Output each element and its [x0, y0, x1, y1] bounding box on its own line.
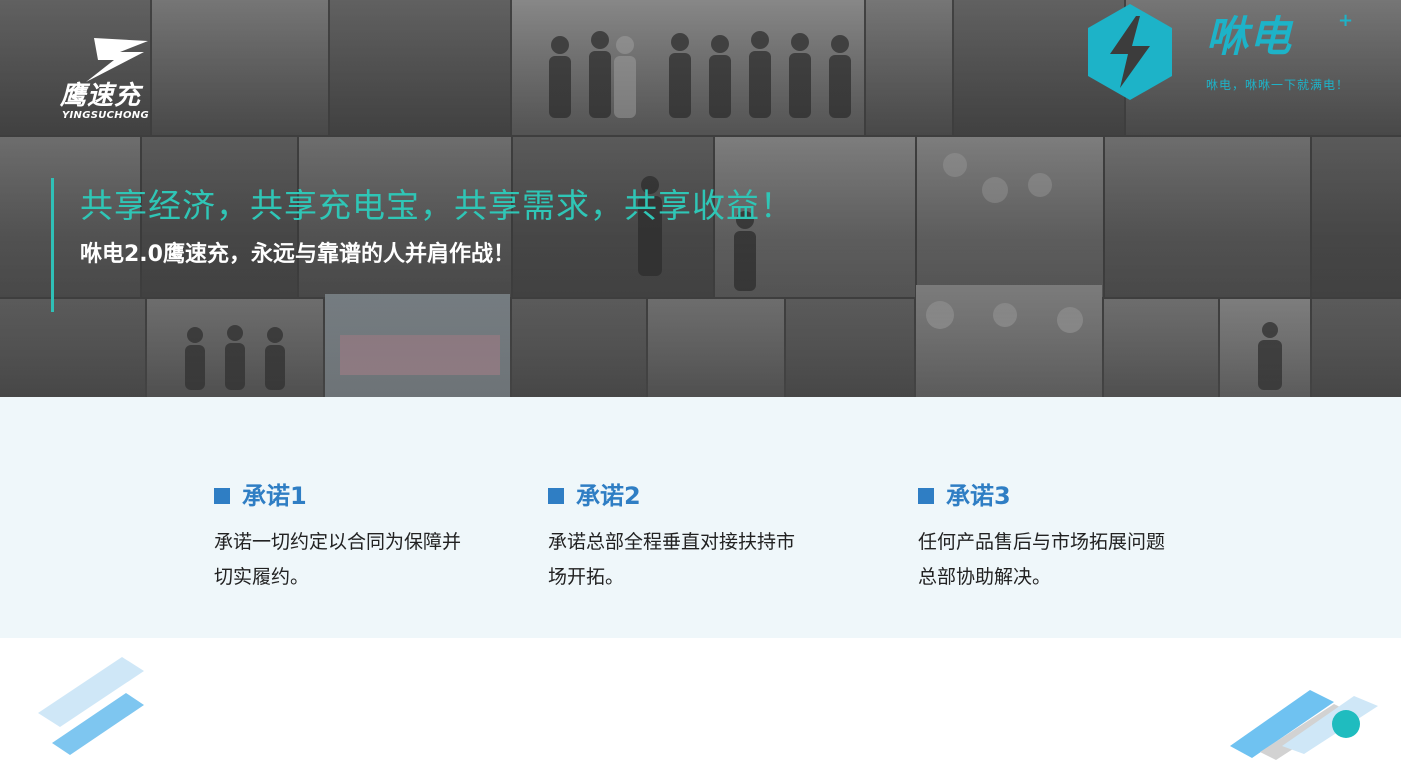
promise-description: 承诺总部全程垂直对接扶持市场开拓。	[548, 531, 796, 588]
hero-title: 共享经济，共享充电宝，共享需求，共享收益！	[80, 186, 794, 225]
logo-plus: +	[1338, 10, 1354, 31]
promise-card: 承诺2 承诺总部全程垂直对接扶持市场开拓。	[548, 479, 838, 595]
promise-title: 承诺3	[946, 482, 1011, 510]
promise-description: 任何产品售后与市场拓展问题总部协助解决。	[918, 531, 1166, 588]
promises-section: 承诺1 承诺一切约定以合同为保障并切实履约。 承诺2 承诺总部全程垂直对接扶持市…	[0, 397, 1401, 638]
promise-description: 承诺一切约定以合同为保障并切实履约。	[214, 531, 462, 588]
decorative-stripes-left	[38, 657, 144, 755]
logo-tagline: 咻电，咻咻一下就满电！	[1206, 78, 1350, 92]
square-bullet-icon	[214, 488, 230, 504]
promise-title: 承诺2	[576, 482, 641, 510]
promise-card: 承诺3 任何产品售后与市场拓展问题总部协助解决。	[918, 479, 1208, 595]
logo-name: 鹰速充	[60, 81, 142, 111]
wing-icon	[86, 38, 148, 82]
promise-heading: 承诺1	[214, 479, 504, 513]
yingsuchong-logo: 鹰速充 YINGSUCHONG	[58, 38, 178, 121]
hero-subtitle: 咻电2.0鹰速充，永远与靠谱的人并肩作战！	[80, 242, 515, 267]
decorative-stripes-right	[1230, 690, 1378, 760]
xiudian-logo: 咻电 + 咻电，咻咻一下就满电！	[1080, 2, 1390, 102]
promise-heading: 承诺2	[548, 479, 838, 513]
square-bullet-icon	[548, 488, 564, 504]
hero-banner: 鹰速充 YINGSUCHONG 咻电 + 咻电，咻咻一下就满电！ 共享经济，共享…	[0, 0, 1401, 397]
promise-card: 承诺1 承诺一切约定以合同为保障并切实履约。	[214, 479, 504, 595]
lightning-hexagon-icon	[1088, 4, 1172, 100]
square-bullet-icon	[918, 488, 934, 504]
title-accent-bar	[51, 178, 54, 312]
logo-name: 咻电	[1206, 12, 1293, 61]
promise-heading: 承诺3	[918, 479, 1208, 513]
logo-pinyin: YINGSUCHONG	[62, 110, 149, 121]
promise-title: 承诺1	[242, 482, 307, 510]
